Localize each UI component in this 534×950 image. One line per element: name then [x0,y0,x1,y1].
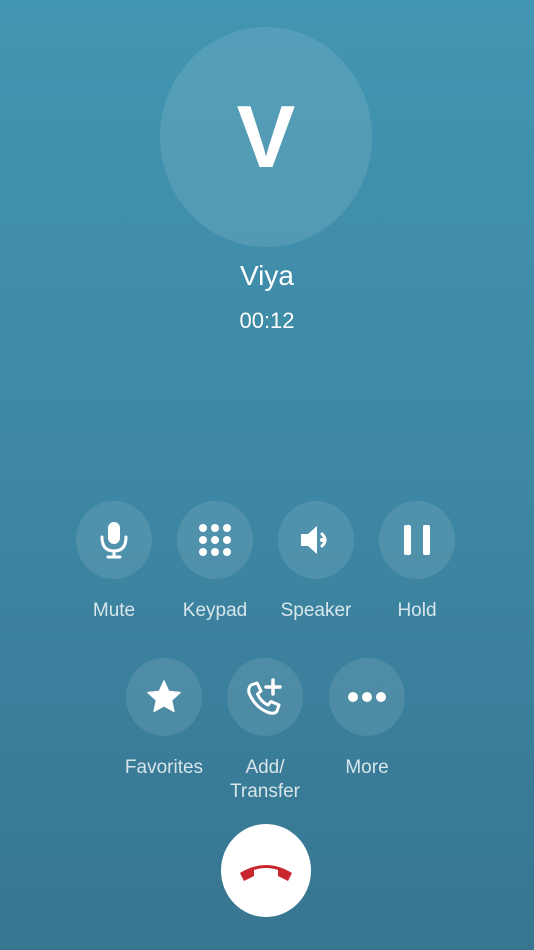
speaker-button-circle[interactable] [278,501,354,579]
speaker-icon [301,526,327,554]
favorites-button[interactable]: Favorites [114,658,214,780]
favorites-button-circle[interactable] [126,658,202,736]
more-button[interactable]: More [317,658,417,780]
add-transfer-button[interactable]: Add/ Transfer [215,658,315,804]
add-transfer-label-line2: Transfer [229,781,301,802]
hang-up-icon [240,864,292,881]
hold-label: Hold [397,600,437,621]
favorites-label: Favorites [124,757,204,778]
mute-button[interactable]: Mute [64,501,164,623]
hold-button[interactable]: Hold [367,501,467,623]
mute-button-circle[interactable] [76,501,152,579]
speaker-label: Speaker [280,600,352,621]
hold-button-circle[interactable] [379,501,455,579]
add-transfer-button-circle[interactable] [227,658,303,736]
pause-icon [404,525,430,555]
add-transfer-label: Add/ Transfer [230,756,300,804]
contact-avatar: V [160,27,372,247]
microphone-icon [100,522,128,559]
keypad-button[interactable]: Keypad [165,501,265,623]
speaker-button[interactable]: Speaker [266,501,366,623]
more-label: More [345,757,389,778]
star-icon [147,680,181,713]
keypad-icon [199,524,231,556]
keypad-button-circle[interactable] [177,501,253,579]
mute-label: Mute [92,600,136,621]
contact-name: Viya [240,260,294,291]
keypad-label: Keypad [182,600,248,621]
ellipsis-icon [348,692,386,702]
avatar-initial: V [236,87,296,186]
add-call-icon [247,678,282,715]
call-timer: 00:12 [239,308,295,333]
end-call-button[interactable] [221,824,311,917]
add-transfer-label-line1: Add/ [245,757,285,778]
more-button-circle[interactable] [329,658,405,736]
